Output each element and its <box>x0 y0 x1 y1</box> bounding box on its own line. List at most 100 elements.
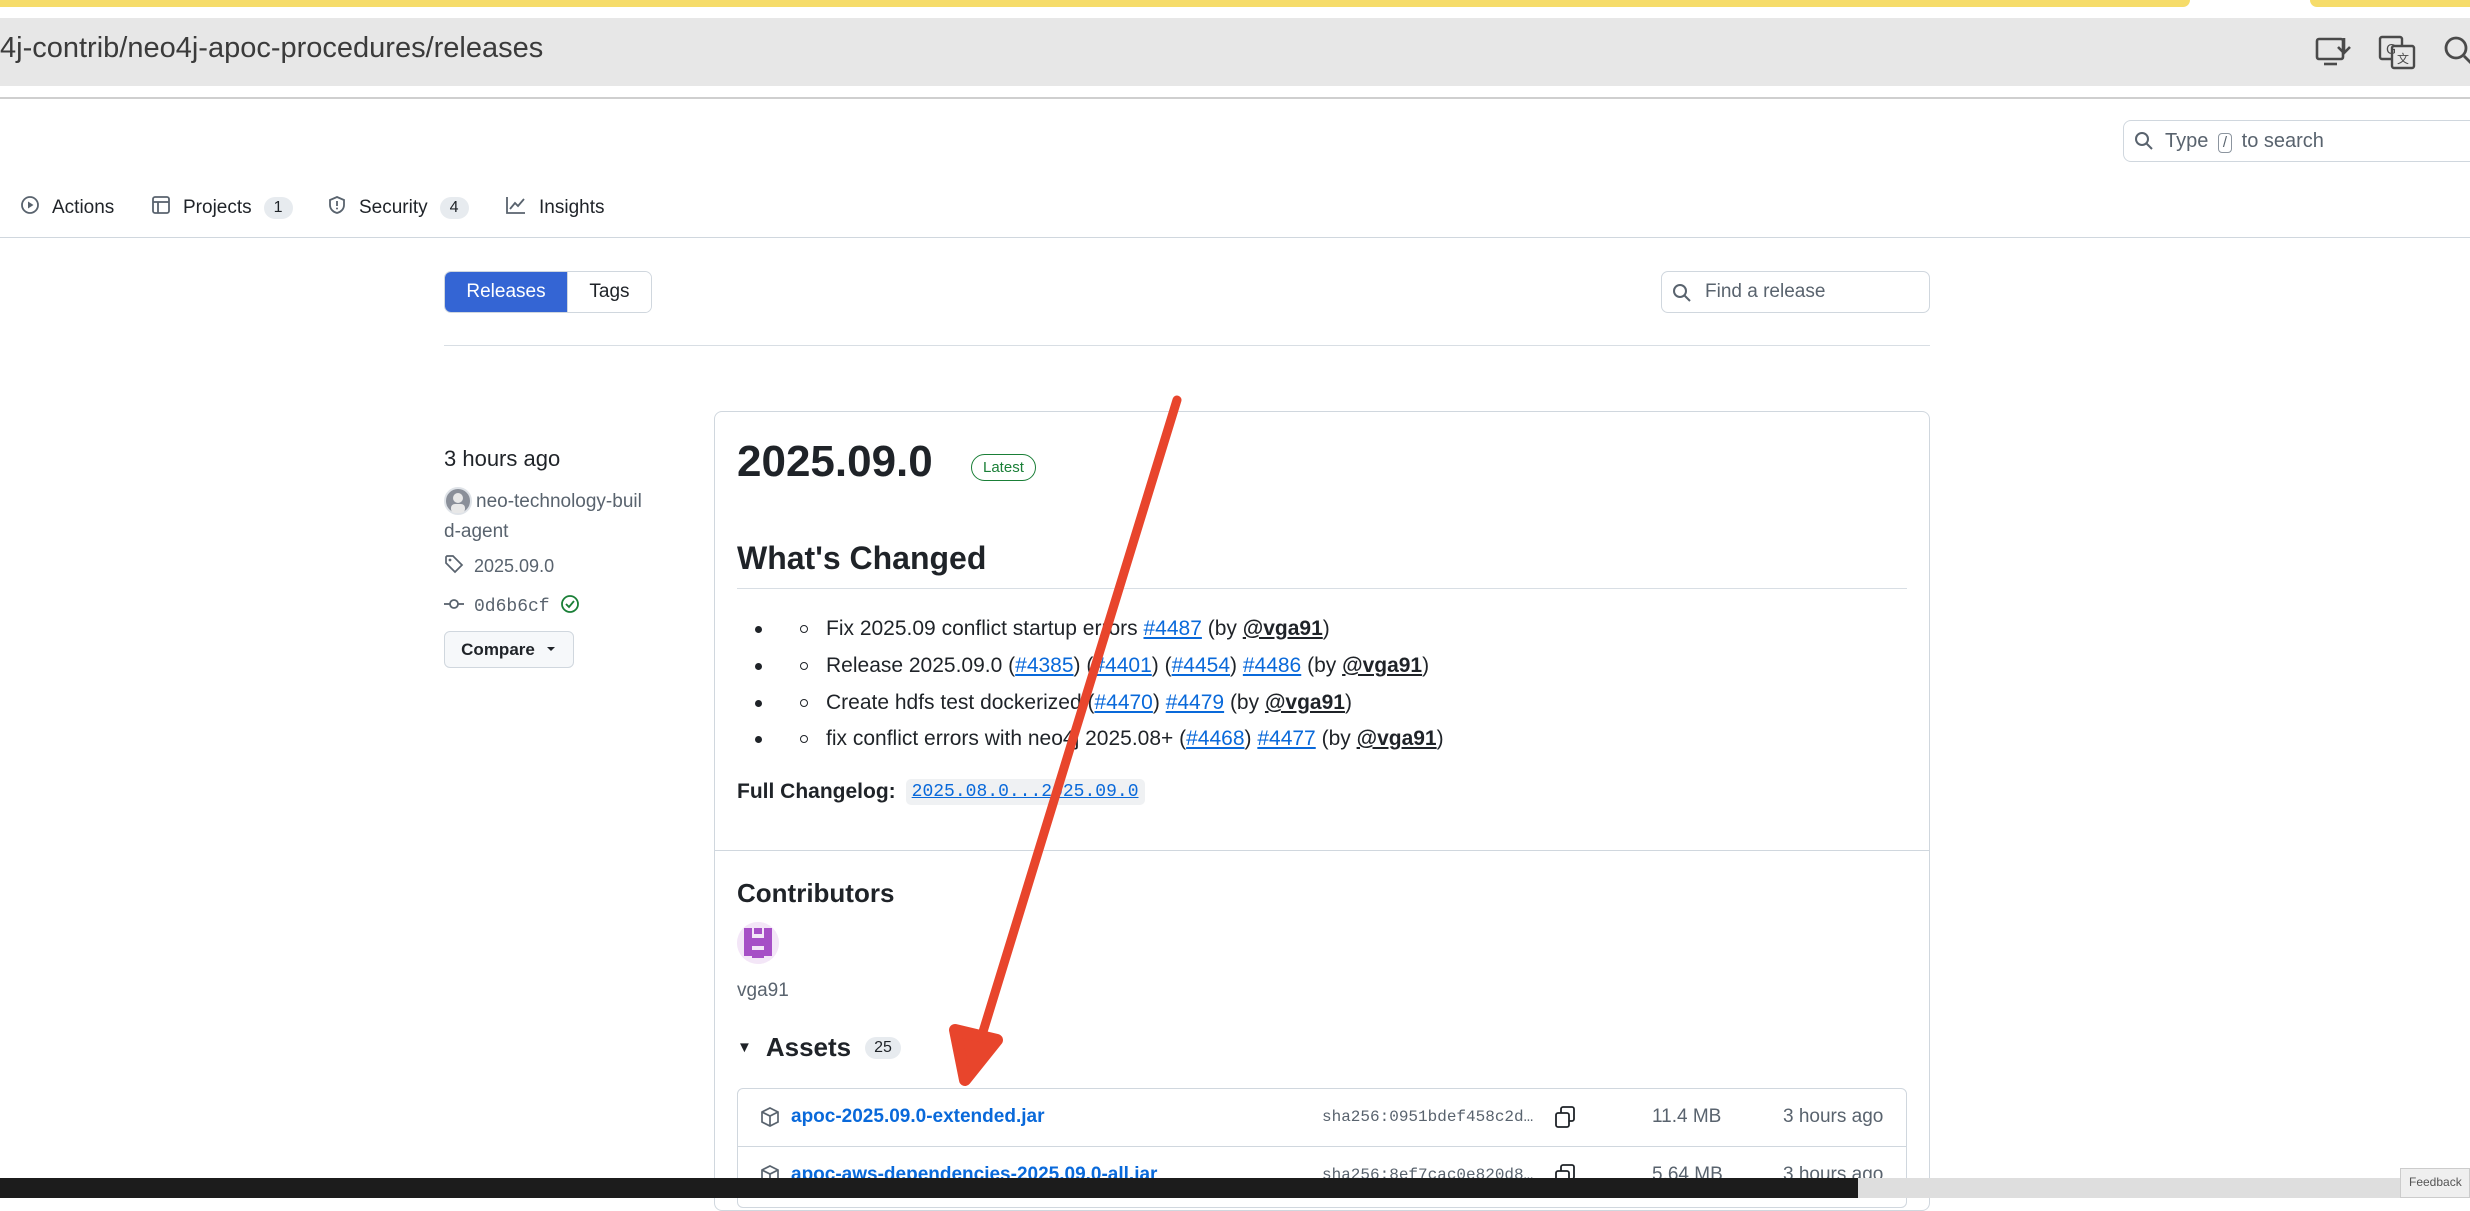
full-changelog: Full Changelog: 2025.08.0...2025.09.0 <box>737 779 1145 805</box>
bullet-icon <box>755 735 762 743</box>
contributor-name[interactable]: vga91 <box>737 980 789 1002</box>
assets-toggle[interactable]: ▼ Assets 25 <box>737 1032 901 1063</box>
feedback-tab[interactable]: Feedback <box>2400 1168 2470 1198</box>
search-icon <box>2134 131 2154 156</box>
filter-separator <box>444 345 1930 346</box>
package-icon <box>759 1106 781 1128</box>
browser-tab-indicator <box>0 0 2190 7</box>
whats-changed-heading: What's Changed <box>737 540 987 576</box>
find-release-search-icon <box>1672 283 1692 308</box>
author-link[interactable]: neo-technology-buil d-agent <box>444 487 666 547</box>
release-time: 3 hours ago <box>444 446 561 471</box>
tab-projects[interactable]: Projects 1 <box>151 193 293 223</box>
compare-button[interactable]: Compare <box>444 631 574 668</box>
bottom-bar-light <box>1858 1178 2470 1198</box>
user-mention[interactable]: @vga91 <box>1243 617 1323 641</box>
copy-icon[interactable] <box>1553 1105 1577 1129</box>
change-text: Fix 2025.09 conflict startup errors <box>826 617 1138 640</box>
release-commit: 0d6b6cf <box>474 597 550 617</box>
verified-check-icon <box>560 594 580 620</box>
chevron-down-icon <box>545 640 557 660</box>
url-text[interactable]: 4j-contrib/neo4j-apoc-procedures/release… <box>0 32 543 65</box>
pr-link[interactable]: #4486 <box>1243 654 1301 678</box>
release-title[interactable]: 2025.09.0 <box>737 437 933 487</box>
search-placeholder: Type / to search <box>2165 130 2324 153</box>
contributor-avatar[interactable] <box>737 922 779 964</box>
bullet-icon <box>755 699 762 707</box>
pr-link[interactable]: #4470 <box>1094 691 1152 715</box>
tag-icon <box>444 554 464 579</box>
card-separator <box>715 850 1929 851</box>
user-mention[interactable]: @vga91 <box>1357 727 1437 751</box>
chrome-separator <box>0 97 2470 99</box>
commit-icon <box>444 594 464 620</box>
changelog-link[interactable]: 2025.08.0...2025.09.0 <box>905 779 1145 805</box>
sub-bullet-icon <box>800 625 808 633</box>
pr-link[interactable]: #4385 <box>1015 654 1073 678</box>
tab-projects-label: Projects <box>183 197 252 218</box>
releases-tab-button[interactable]: Releases <box>445 272 567 312</box>
release-tag-link[interactable]: 2025.09.0 <box>444 554 554 579</box>
change-item: Fix 2025.09 conflict startup errors #448… <box>755 612 1330 646</box>
bullet-icon <box>755 662 762 670</box>
assets-heading: Assets <box>765 1032 852 1062</box>
asset-download-link[interactable]: apoc-2025.09.0-extended.jar <box>791 1106 1044 1128</box>
asset-size: 11.4 MB <box>1652 1106 1722 1127</box>
change-item: Create hdfs test dockerized (#4470) #447… <box>755 686 1352 720</box>
pr-link[interactable]: #4454 <box>1172 654 1230 678</box>
author-avatar[interactable] <box>444 487 472 515</box>
search-suffix: to search <box>2241 130 2324 152</box>
sub-bullet-icon <box>800 662 808 670</box>
browser-tab-indicator-right <box>2310 0 2470 7</box>
pr-link[interactable]: #4479 <box>1166 691 1224 715</box>
asset-date: 3 hours ago <box>1783 1106 1884 1127</box>
pr-link[interactable]: #4477 <box>1257 727 1315 751</box>
table-icon <box>151 195 171 221</box>
user-mention[interactable]: @vga91 <box>1342 654 1422 678</box>
play-circle-icon <box>20 195 40 221</box>
change-text: Create hdfs test dockerized <box>826 691 1082 714</box>
pr-link[interactable]: #4401 <box>1093 654 1151 678</box>
find-release-placeholder: Find a release <box>1705 281 1826 302</box>
release-commit-link[interactable]: 0d6b6cf <box>444 594 580 620</box>
shield-icon <box>327 195 347 221</box>
sub-bullet-icon <box>800 699 808 707</box>
svg-text:文: 文 <box>2397 51 2409 66</box>
releases-tags-toggle: Releases Tags <box>444 271 652 313</box>
translate-icon[interactable]: G文 <box>2377 32 2417 72</box>
contributors-heading: Contributors <box>737 878 895 908</box>
asset-sha: sha256:0951bdef458c2d… <box>1322 1108 1534 1126</box>
asset-row: apoc-2025.09.0-extended.jar sha256:0951b… <box>737 1088 1907 1146</box>
search-prefix: Type <box>2165 130 2209 152</box>
pr-link[interactable]: #4487 <box>1143 617 1201 641</box>
assets-count: 25 <box>865 1036 901 1059</box>
pr-link[interactable]: #4468 <box>1186 727 1244 751</box>
tab-actions[interactable]: Actions <box>20 193 114 223</box>
heading-separator <box>737 588 1907 589</box>
change-text: fix conflict errors with neo4j 2025.08+ <box>826 727 1174 750</box>
user-mention[interactable]: @vga91 <box>1265 691 1345 715</box>
change-item: Release 2025.09.0 (#4385) (#4401) (#4454… <box>755 649 1429 683</box>
security-count: 4 <box>439 197 469 219</box>
search-shortcut-key: / <box>2217 133 2233 153</box>
install-app-icon[interactable] <box>2313 32 2353 72</box>
tab-security-label: Security <box>359 197 428 218</box>
zoom-icon[interactable] <box>2440 32 2470 72</box>
change-item: fix conflict errors with neo4j 2025.08+ … <box>755 722 1444 756</box>
changelog-label: Full Changelog: <box>737 780 896 803</box>
graph-icon <box>505 195 527 221</box>
tab-security[interactable]: Security 4 <box>327 193 469 223</box>
compare-label: Compare <box>461 639 535 659</box>
author-name-line2: d-agent <box>444 521 509 542</box>
projects-count: 1 <box>263 197 293 219</box>
caret-down-icon: ▼ <box>737 1039 752 1056</box>
release-tag: 2025.09.0 <box>474 556 555 576</box>
tab-insights[interactable]: Insights <box>505 193 604 223</box>
tags-tab-button[interactable]: Tags <box>567 272 651 312</box>
nav-separator <box>0 237 2470 238</box>
svg-text:G: G <box>2386 43 2396 58</box>
bullet-icon <box>755 625 762 633</box>
sub-bullet-icon <box>800 735 808 743</box>
latest-badge: Latest <box>971 454 1036 481</box>
tab-actions-label: Actions <box>52 197 115 218</box>
